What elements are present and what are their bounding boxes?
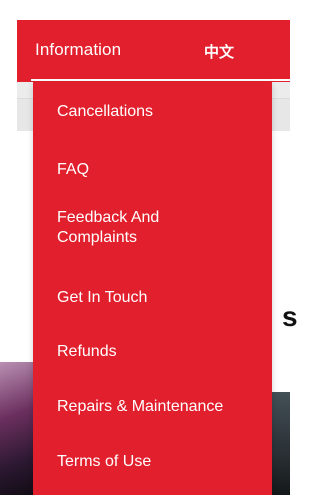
language-toggle[interactable]: 中文 [204,41,234,62]
menu-item-feedback-line1: Feedback And [57,209,160,226]
menu-item-faq[interactable]: FAQ [57,160,89,180]
menu-item-repairs-maintenance[interactable]: Repairs & Maintenance [57,397,223,417]
menu-item-feedback-line2: Complaints [57,229,138,246]
nav-divider [31,79,290,81]
menu-item-cancellations[interactable]: Cancellations [57,102,153,122]
background-photo-left [0,362,34,495]
menu-item-refunds[interactable]: Refunds [57,342,117,362]
menu-item-feedback-and-complaints[interactable]: Feedback And Complaints [57,208,159,248]
background-heading-fragment: s [282,301,298,332]
menu-item-terms-of-use[interactable]: Terms of Use [57,452,151,472]
menu-item-get-in-touch[interactable]: Get In Touch [57,288,147,308]
top-nav-bar: Information 中文 [17,20,290,82]
background-photo-right [272,392,290,495]
information-dropdown-menu: Cancellations FAQ Feedback And Complaint… [33,82,272,495]
nav-information-menu[interactable]: Information [35,40,121,60]
